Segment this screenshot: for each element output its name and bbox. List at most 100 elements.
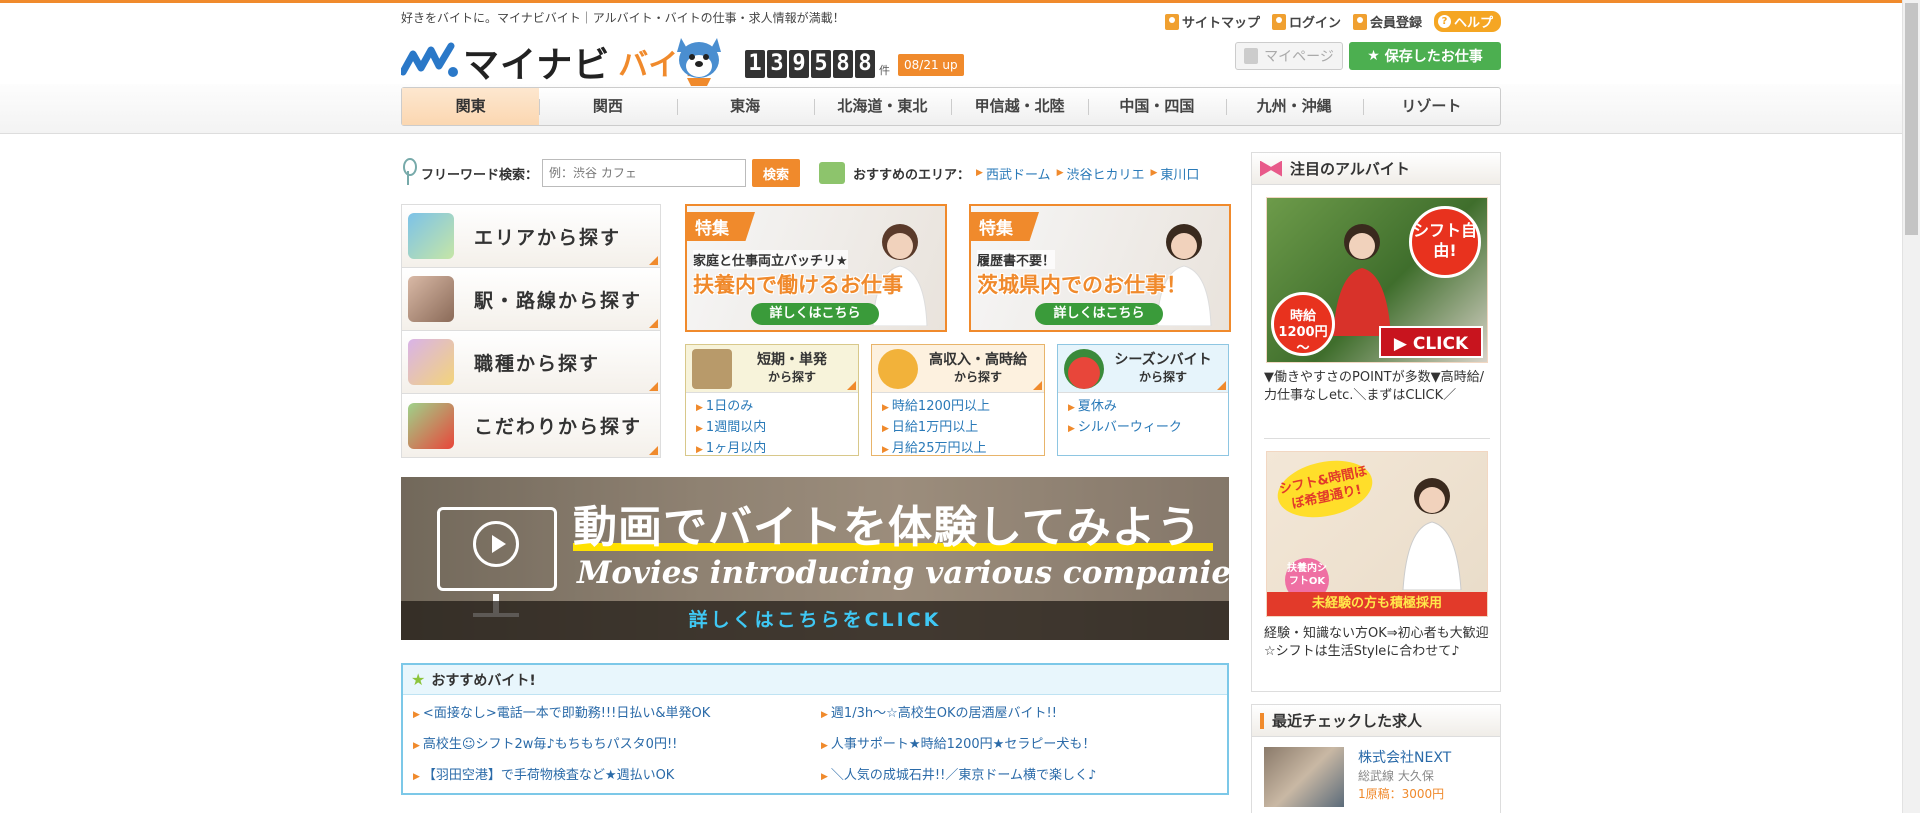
job-link[interactable]: ▶ 【羽田空港】で手荷物検査など★週払いOK — [413, 761, 821, 792]
help-link[interactable]: ? ヘルプ — [1433, 11, 1501, 32]
scrollbar-thumb[interactable] — [1905, 3, 1918, 235]
search-by-job-type[interactable]: 職種から探す — [402, 331, 660, 394]
divider — [1264, 438, 1490, 439]
recent-jobs-sidebar: 最近チェックした求人 株式会社NEXT 総武線 大久保 1原稿：3000円 — [1251, 704, 1501, 813]
play-icon — [473, 521, 519, 567]
job-link[interactable]: ▶ 週1/3h～☆高校生OKの居酒屋バイト!! — [821, 699, 1229, 730]
search-by-area[interactable]: エリアから探す — [402, 205, 660, 268]
link-text: シルバーウィーク — [1077, 420, 1182, 435]
corner-arrow-icon — [649, 256, 658, 265]
money-bag-icon — [878, 349, 918, 389]
saved-jobs-button[interactable]: ★ 保存したお仕事 — [1349, 42, 1501, 70]
tab-tokai[interactable]: 東海 — [676, 88, 814, 125]
area-link[interactable]: 渋谷ヒカリエ — [1066, 164, 1144, 183]
person-icon — [1244, 48, 1259, 64]
arrow-icon: ▶ — [1150, 168, 1158, 178]
freeword-label: フリーワード検索： — [421, 167, 539, 183]
calendar-icon — [692, 349, 732, 389]
job-link[interactable]: ▶ ＼人気の成城石井!!／東京ドーム横で楽しく♪ — [821, 761, 1229, 792]
register-link[interactable]: 会員登録 — [1352, 11, 1422, 32]
counter-digit: 1 — [745, 50, 765, 78]
feature-cta: 詳しくはこちら — [751, 303, 879, 325]
tab-hokkaido-tohoku[interactable]: 北海道・東北 — [813, 88, 951, 125]
short-term-link[interactable]: ▶ 1週間以内 — [696, 418, 858, 439]
freeword-input[interactable] — [542, 159, 747, 187]
sitemap-label: サイトマップ — [1181, 16, 1260, 31]
search-box-high-income: 高収入・高時給 から探す ▶ 時給1200円以上 ▶ 日給1万円以上 ▶ 月給25万円以… — [871, 344, 1045, 456]
high-income-link[interactable]: ▶ 時給1200円以上 — [882, 397, 1044, 418]
arrow-icon: ▶ — [882, 445, 889, 455]
sitemap-link[interactable]: サイトマップ — [1164, 11, 1260, 32]
arrow-icon: ▶ — [1068, 424, 1075, 434]
mypage-button[interactable]: マイページ — [1235, 42, 1343, 70]
arrow-icon: ▶ — [1068, 403, 1075, 413]
link-text: 1週間以内 — [705, 420, 767, 435]
tab-kansai[interactable]: 関西 — [539, 88, 676, 125]
recommended-jobs: ★ おすすめバイト! ▶ <面接なし>電話一本で即勤務!!!日払い&単発OK ▶ 週… — [401, 663, 1229, 795]
map-icon — [408, 213, 454, 259]
person-photo-icon — [1333, 224, 1391, 336]
area-link[interactable]: 西武ドーム — [986, 164, 1051, 183]
person-photo-icon — [1402, 478, 1462, 590]
saved-jobs-label: 保存したお仕事 — [1384, 49, 1483, 65]
feature-banner-fuyou[interactable]: 特集 家庭と仕事両立バッチリ★ 扶養内で働けるお仕事 詳しくはこちら — [685, 204, 947, 332]
area-link[interactable]: 東川口 — [1160, 164, 1199, 183]
search-box-header[interactable]: 短期・単発 から探す — [686, 345, 858, 393]
recent-job-thumbnail[interactable] — [1264, 747, 1344, 807]
seasonal-link[interactable]: ▶ シルバーウィーク — [1068, 418, 1228, 439]
tab-koshinetsu-hokuriku[interactable]: 甲信越・北陸 — [951, 88, 1088, 125]
mascot-dog-icon — [677, 38, 721, 86]
menu-label: エリアから探す — [474, 226, 622, 249]
featured-ad-1-text[interactable]: ▼働きやすさのPOINTが多数▼高時給/力仕事なしetc.＼まずはCLICK／ — [1264, 369, 1492, 405]
search-button[interactable]: 検索 — [752, 159, 801, 187]
scrollbar[interactable] — [1902, 0, 1920, 813]
arrow-icon: ▶ — [882, 403, 889, 413]
short-term-link[interactable]: ▶ 1日のみ — [696, 397, 858, 418]
search-by-station[interactable]: 駅・路線から探す — [402, 268, 660, 331]
menu-label: 駅・路線から探す — [474, 289, 643, 312]
tab-kyushu-okinawa[interactable]: 九州・沖縄 — [1225, 88, 1363, 125]
arrow-icon: ▶ — [821, 710, 828, 720]
short-term-link[interactable]: ▶ 1ヶ月以内 — [696, 439, 858, 460]
seasonal-link[interactable]: ▶ 夏休み — [1068, 397, 1228, 418]
featured-ad-2-text[interactable]: 経験・知識ない方OK⇒初心者も大歓迎☆シフトは生活Styleに合わせて♪ — [1264, 625, 1492, 661]
video-banner[interactable]: 動画でバイトを体験してみよう Movies introducing variou… — [401, 477, 1229, 640]
job-link[interactable]: ▶ 人事サポート★時給1200円★セラピー犬も！ — [821, 730, 1229, 761]
feature-banner-ibaraki[interactable]: 特集 履歴書不要！ 茨城県内でのお仕事！ 詳しくはこちら — [969, 204, 1231, 332]
tab-kanto[interactable]: 関東 — [402, 88, 540, 125]
menu-label: 職種から探す — [474, 352, 601, 375]
search-box-title: 短期・単発 から探す — [757, 352, 827, 386]
job-text: ＼人気の成城石井!!／東京ドーム横で楽しく♪ — [830, 768, 1097, 783]
job-counter: 1 3 9 5 8 8 件 08/21 up — [745, 50, 964, 78]
tagline: 好きをバイトに。マイナビバイト｜アルバイト・バイトの仕事・求人情報が満載！ — [401, 11, 845, 25]
search-box-short-term: 短期・単発 から探す ▶ 1日のみ ▶ 1週間以内 ▶ 1ヶ月以内 — [685, 344, 859, 456]
high-income-link[interactable]: ▶ 日給1万円以上 — [882, 418, 1044, 439]
recent-job-company[interactable]: 株式会社NEXT — [1358, 747, 1451, 767]
region-tabs: 関東 関西 東海 北海道・東北 甲信越・北陸 中国・四国 九州・沖縄 リゾート — [401, 87, 1501, 126]
link-text: 1日のみ — [705, 399, 754, 414]
arrow-icon: ▶ — [882, 424, 889, 434]
featured-ad-1[interactable]: シフト自由! 時給1200円～ ▶ CLICK — [1266, 197, 1488, 363]
subtitle-text: から探す — [1138, 369, 1187, 384]
featured-ad-2[interactable]: シフト&時間ほぼ希望通り! 扶養内シフトOK 未経験の方も積極採用 — [1266, 451, 1488, 617]
high-income-link[interactable]: ▶ 月給25万円以上 — [882, 439, 1044, 460]
job-text: 週1/3h～☆高校生OKの居酒屋バイト!! — [830, 706, 1057, 721]
tab-chugoku-shikoku[interactable]: 中国・四国 — [1088, 88, 1225, 125]
job-link[interactable]: ▶ 高校生☺シフト2w毎♪もちもちパスタ0円!! — [413, 730, 821, 761]
tab-resort[interactable]: リゾート — [1362, 88, 1500, 125]
job-link[interactable]: ▶ <面接なし>電話一本で即勤務!!!日払い&単発OK — [413, 699, 821, 730]
feature-title: 茨城県内でのお仕事！ — [977, 273, 1187, 297]
counter-digit: 8 — [833, 50, 853, 78]
search-box-header[interactable]: シーズンバイト から探す — [1058, 345, 1228, 393]
site-logo[interactable]: マイナビ バイト — [401, 36, 708, 88]
arrow-icon: ▶ — [413, 741, 420, 751]
feature-subtitle: 履歴書不要！ — [977, 250, 1056, 269]
search-by-preference[interactable]: こだわりから探す — [402, 394, 660, 457]
help-label: ヘルプ — [1453, 16, 1493, 31]
banner-cta: 詳しくはこちらをCLICK — [688, 609, 942, 631]
banner-headline: 動画でバイトを体験してみよう — [573, 502, 1202, 553]
job-text: 人事サポート★時給1200円★セラピー犬も！ — [830, 737, 1096, 752]
login-link[interactable]: ログイン — [1271, 11, 1341, 32]
recommended-jobs-title: おすすめバイト! — [431, 672, 536, 689]
search-box-header[interactable]: 高収入・高時給 から探す — [872, 345, 1044, 393]
